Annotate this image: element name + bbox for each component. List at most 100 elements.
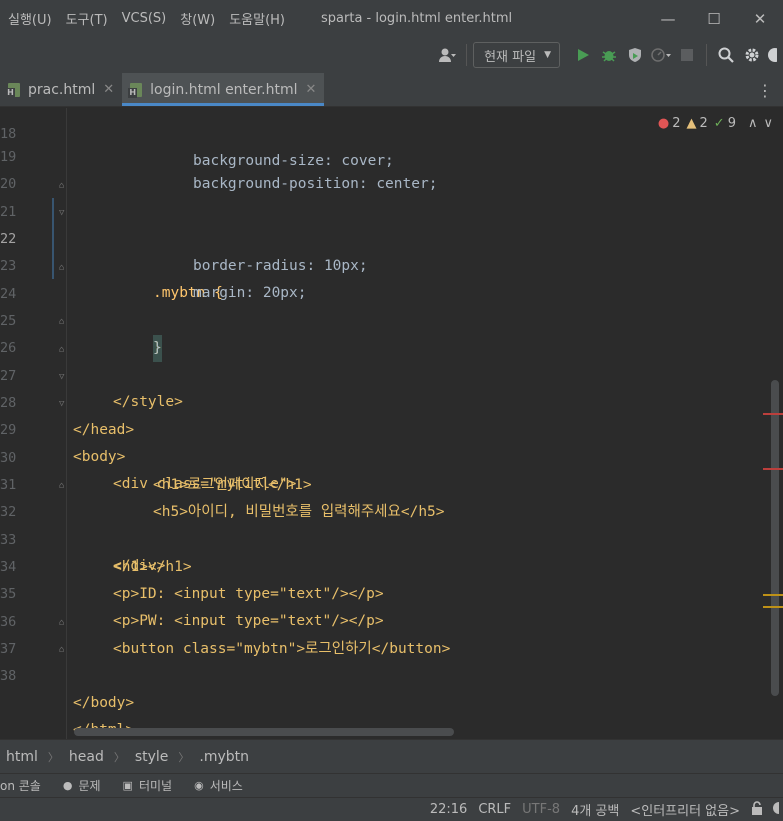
tab-label: prac.html — [28, 81, 96, 98]
typo-count[interactable]: ✓ 9 — [714, 116, 736, 131]
code-editor[interactable]: 18 background-size: cover; 19 background… — [0, 108, 783, 739]
lock-icon[interactable] — [751, 800, 763, 819]
fold-marker-icon[interactable]: ⌂ — [59, 618, 69, 628]
toolbar-separator — [706, 44, 707, 66]
code-line: 26 ⌂ </style> — [0, 308, 766, 410]
code-line: 24 ⌂ } — [0, 254, 766, 362]
code-line: 34 <p>ID: <input type="text"/></p> — [0, 527, 766, 602]
vertical-scrollbar[interactable] — [771, 380, 779, 696]
code-line: 32 ⌂ </div> — [0, 472, 766, 574]
breadcrumb: html 〉 head 〉 style 〉 .mybtn — [0, 739, 783, 773]
fold-marker-icon[interactable]: ⌂ — [59, 263, 69, 273]
warning-count[interactable]: ▲ 2 — [687, 116, 708, 131]
window-title: sparta - login.html enter.html — [321, 11, 513, 26]
chevron-right-icon: 〉 — [113, 750, 125, 764]
html-file-icon — [6, 82, 22, 98]
indent-setting[interactable]: 4개 공백 — [571, 800, 619, 819]
plugin-icon[interactable] — [765, 42, 779, 68]
maximize-button[interactable]: ☐ — [691, 0, 737, 37]
chevron-down-icon[interactable]: ∨ — [763, 116, 773, 131]
warning-stripe-mark[interactable] — [763, 594, 783, 596]
fold-marker-icon[interactable]: ▽ — [59, 399, 69, 409]
toolbar-separator — [466, 44, 468, 66]
code-line: 29 ▽ <div class="mytitle"> — [0, 390, 766, 492]
breadcrumb-mybtn[interactable]: .mybtn — [199, 749, 249, 765]
menu-run[interactable]: 실행(U) — [0, 9, 58, 28]
tool-window-bar: on 콘솔 ● 문제 ▣ 터미널 ◉ 서비스 — [0, 773, 783, 797]
typo-icon: ✓ — [713, 116, 725, 131]
tool-window-console[interactable]: on 콘솔 — [0, 777, 41, 794]
error-count[interactable]: ● 2 — [658, 116, 681, 131]
warning-icon: ▲ — [686, 116, 697, 131]
problems-icon: ● — [62, 779, 73, 792]
error-stripe-mark[interactable] — [763, 413, 783, 415]
editor-tab-bar: prac.html ✕ login.html enter.html ✕ ⋮ — [0, 73, 783, 107]
chevron-down-icon: ▼ — [544, 50, 551, 60]
profile-icon[interactable] — [648, 42, 674, 68]
menu-tools[interactable]: 도구(T) — [58, 9, 114, 28]
code-line: 36 <button class="mybtn">로그인하기</button> — [0, 582, 766, 657]
menu-vcs[interactable]: VCS(S) — [114, 11, 173, 26]
error-stripe-mark[interactable] — [763, 468, 783, 470]
close-button[interactable]: ✕ — [737, 0, 783, 37]
menu-window[interactable]: 창(W) — [172, 9, 221, 28]
menu-bar: 실행(U) 도구(T) VCS(S) 창(W) 도움말(H) sparta - … — [0, 0, 783, 37]
warning-stripe-mark[interactable] — [763, 606, 783, 608]
minimize-button[interactable]: — — [645, 0, 691, 37]
fold-marker-icon[interactable]: ▽ — [59, 372, 69, 382]
chevron-right-icon: 〉 — [178, 750, 190, 764]
run-configuration-select[interactable]: 현재 파일 ▼ — [473, 42, 560, 68]
tool-window-problems[interactable]: ● 문제 — [63, 777, 101, 794]
code-line: 35 <p>PW: <input type="text"/></p> — [0, 554, 766, 629]
fold-marker-icon[interactable]: ⌂ — [59, 181, 69, 191]
stop-icon[interactable] — [674, 42, 700, 68]
main-toolbar: 현재 파일 ▼ — [0, 37, 783, 73]
menu-help[interactable]: 도움말(H) — [221, 9, 291, 28]
code-line: 38 ⌂ </html> — [0, 636, 766, 738]
code-line: 27 ⌂ </head> — [0, 336, 766, 438]
code-line: 25 } — [0, 281, 766, 356]
more-tabs-icon[interactable]: ⋮ — [757, 81, 773, 100]
fold-marker-icon[interactable]: ⌂ — [59, 317, 69, 327]
user-icon[interactable] — [434, 42, 460, 68]
tab-login-html[interactable]: login.html enter.html ✕ — [122, 73, 325, 106]
fold-marker-icon[interactable]: ⌂ — [59, 345, 69, 355]
close-icon[interactable]: ✕ — [103, 82, 114, 97]
code-line: 33 <h1></h1> — [0, 500, 766, 575]
notifications-icon[interactable] — [771, 801, 783, 819]
fold-marker-icon[interactable]: ⌂ — [59, 481, 69, 491]
html-file-icon — [128, 82, 144, 98]
breadcrumb-head[interactable]: head — [69, 749, 104, 765]
code-line: 20 — [0, 144, 766, 192]
breadcrumb-style[interactable]: style — [135, 749, 169, 765]
debug-icon[interactable] — [596, 42, 622, 68]
line-separator[interactable]: CRLF — [478, 802, 511, 817]
breadcrumb-html[interactable]: html — [6, 749, 38, 765]
horizontal-scrollbar[interactable] — [74, 728, 454, 736]
terminal-icon: ▣ — [122, 779, 133, 792]
run-configuration-label: 현재 파일 — [484, 49, 537, 65]
tab-prac-html[interactable]: prac.html ✕ — [0, 73, 122, 106]
code-line: 21 ⌂ border-radius: 10px; — [0, 172, 766, 274]
run-icon[interactable] — [570, 42, 596, 68]
error-icon: ● — [657, 116, 670, 131]
tab-label: login.html enter.html — [150, 81, 298, 98]
caret-position[interactable]: 22:16 — [430, 802, 467, 817]
code-line: 23 margin: 20px; — [0, 226, 766, 301]
tool-window-terminal[interactable]: ▣ 터미널 — [123, 777, 173, 794]
tool-window-services[interactable]: ◉ 서비스 — [194, 777, 243, 794]
fold-marker-icon[interactable]: ⌂ — [59, 645, 69, 655]
services-icon: ◉ — [194, 779, 204, 792]
inspection-widget[interactable]: ● 2 ▲ 2 ✓ 9 ∧ ∨ — [658, 116, 773, 131]
coverage-icon[interactable] — [622, 42, 648, 68]
file-encoding[interactable]: UTF-8 — [522, 802, 560, 817]
chevron-right-icon: 〉 — [47, 750, 59, 764]
search-icon[interactable] — [713, 42, 739, 68]
code-line: 22 ▽ .mybtn { — [0, 199, 766, 301]
close-icon[interactable]: ✕ — [305, 82, 316, 97]
gear-icon[interactable] — [739, 42, 765, 68]
chevron-up-icon[interactable]: ∧ — [748, 116, 758, 131]
fold-marker-icon[interactable]: ▽ — [59, 208, 69, 218]
interpreter-status[interactable]: <인터프리터 없음> — [630, 800, 740, 819]
code-line: 31 <h5>아이디, 비밀번호를 입력해주세요</h5> — [0, 445, 766, 520]
